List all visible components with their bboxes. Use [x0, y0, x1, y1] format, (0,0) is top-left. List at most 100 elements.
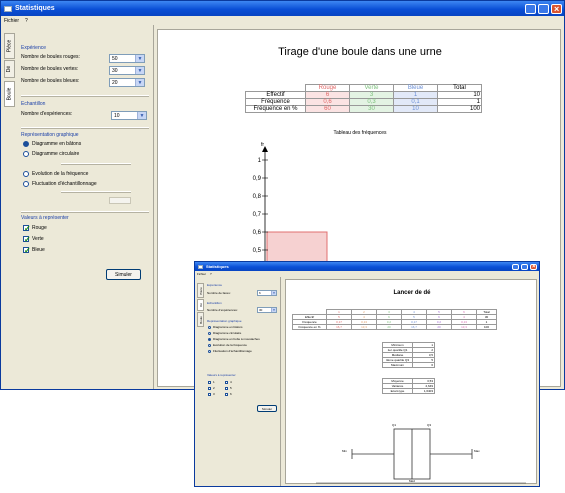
main-menu-bar: Fichier ? — [1, 16, 564, 25]
faces-select[interactable]: 6 ▼ — [257, 290, 277, 296]
option-item[interactable]: Diagramme en boîte à moustaches — [208, 337, 260, 341]
tab-boule[interactable]: Boule — [4, 81, 15, 107]
vertes-select[interactable]: 30 ▼ — [109, 66, 145, 75]
experiences-row: Nombre d'expériences: — [21, 111, 72, 117]
overlay-content-area: Lancer de dé 1 2 3 4 5 6 Total Effectif … — [285, 279, 537, 484]
main-window-title: Statistiques — [15, 5, 55, 12]
field-row-bleues: Nombre de boules bleues: — [21, 78, 79, 84]
option-item[interactable]: Diagramme en bâtons — [208, 325, 243, 329]
echantillon-legend: Echantillon — [207, 301, 222, 305]
row-label: Fréquence — [245, 98, 306, 106]
chevron-down-icon: ▼ — [137, 112, 146, 119]
option-batons[interactable]: Diagramme en bâtons — [23, 141, 81, 147]
radio-button[interactable] — [208, 343, 211, 347]
option-item[interactable]: Fluctuation d'échantillonnage — [208, 349, 252, 353]
menu-fichier[interactable]: Fichier — [1, 16, 22, 25]
field-label: Nombre de boules vertes: — [21, 66, 79, 72]
y-tick-label: 0,9 — [253, 176, 262, 182]
radio-button[interactable] — [208, 331, 211, 335]
y-tick-label: 1 — [258, 158, 262, 164]
valeur-item[interactable]: 6 — [225, 392, 232, 396]
radio-button[interactable] — [23, 181, 29, 187]
row-label: Fréquence en % — [245, 105, 306, 113]
checkbox[interactable] — [208, 392, 211, 396]
valeur-item[interactable]: 1 — [208, 380, 215, 384]
option-evolution[interactable]: Evolution de la fréquence — [23, 171, 88, 177]
maximize-button[interactable] — [521, 263, 528, 270]
cell: 13,3 — [351, 324, 377, 330]
divider — [61, 191, 131, 193]
checkbox[interactable] — [225, 380, 228, 384]
experience-legend: Expérience — [21, 45, 47, 51]
cell: Ecart-type — [382, 388, 413, 394]
radio-button[interactable] — [208, 337, 211, 341]
y-axis-label: fr — [261, 142, 264, 148]
checkbox[interactable] — [23, 246, 31, 255]
radio-button[interactable] — [23, 141, 29, 147]
chevron-down-icon: ▼ — [135, 79, 144, 86]
valeur-item[interactable]: 2 — [208, 386, 215, 390]
checkbox[interactable] — [225, 386, 228, 390]
checkbox[interactable] — [23, 224, 31, 233]
minimize-button[interactable] — [525, 3, 536, 14]
experiences-select[interactable]: 30 ▼ — [257, 307, 277, 313]
valeur-item[interactable]: 3 — [208, 392, 215, 396]
box-plot: Q1 Q3 Min Max Méd — [316, 423, 526, 484]
cell: 30 — [349, 105, 394, 113]
tab-piece[interactable]: Pièce — [197, 283, 204, 298]
tab-boule[interactable]: Boule — [197, 312, 204, 327]
valeur-bleue[interactable]: Bleue — [23, 246, 45, 255]
experiences-select[interactable]: 10 ▼ — [111, 111, 147, 120]
option-fluctuation[interactable]: Fluctuation d'échantillonnage — [23, 181, 97, 187]
cell: 6 — [412, 362, 435, 368]
y-tick-label: 0,8 — [253, 194, 262, 200]
overlay-window: Statistiques × Fichier ? Pièce Dé Boule … — [194, 261, 540, 487]
tab-de[interactable]: Dé — [197, 299, 204, 311]
close-button[interactable]: × — [530, 263, 537, 270]
cell: 10 — [393, 105, 438, 113]
menu-help[interactable]: ? — [22, 16, 31, 25]
radio-button[interactable] — [208, 325, 211, 329]
tab-piece[interactable]: Pièce — [4, 33, 15, 59]
checkbox[interactable] — [225, 392, 228, 396]
valeur-item[interactable]: 4 — [225, 380, 232, 384]
bleues-select[interactable]: 20 ▼ — [109, 78, 145, 87]
close-button[interactable]: × — [551, 3, 562, 14]
valeur-verte[interactable]: Verte — [23, 235, 44, 244]
valeur-item[interactable]: 5 — [225, 386, 232, 390]
checkbox[interactable] — [208, 386, 211, 390]
close-icon: × — [532, 263, 536, 270]
cell: 0,1 — [393, 98, 438, 106]
radio-button[interactable] — [23, 171, 29, 177]
option-item[interactable]: Diagramme circulaire — [208, 331, 241, 335]
stats-table: Moyenne 3,53 Variance 2,649 Ecart-type 1,64… — [382, 378, 435, 394]
option-item[interactable]: Evolution de la fréquence — [208, 343, 247, 347]
option-circulaire[interactable]: Diagramme circulaire — [23, 151, 79, 157]
header-cell: Rouge — [305, 84, 350, 92]
minimize-button[interactable] — [512, 263, 519, 270]
radio-button[interactable] — [23, 151, 29, 157]
cell: 16,7 — [326, 324, 352, 330]
page-title: Tirage d'une boule dans une urne — [278, 46, 442, 58]
chevron-down-icon: ▼ — [135, 55, 144, 62]
simulate-button[interactable]: Simuler — [106, 269, 141, 280]
valeur-rouge[interactable]: Rouge — [23, 224, 47, 233]
cell: 100 — [476, 324, 497, 330]
cell: 60 — [305, 105, 350, 113]
rouges-select[interactable]: 50 ▼ — [109, 54, 145, 63]
divider — [21, 127, 149, 129]
field-label: Nombre d'expériences: — [207, 308, 238, 312]
checkbox[interactable] — [208, 380, 211, 384]
field-row-vertes: Nombre de boules vertes: — [21, 66, 78, 72]
cell: 1,6403 — [412, 388, 435, 394]
table-row: Ecart-type 1,6403 — [382, 388, 435, 394]
radio-button[interactable] — [208, 349, 211, 353]
cell: 20 — [376, 324, 402, 330]
checkbox[interactable] — [23, 235, 31, 244]
header-cell: Total — [437, 84, 482, 92]
app-icon — [198, 264, 203, 269]
simulate-button[interactable]: Simuler — [257, 405, 277, 412]
tab-de[interactable]: Dé — [4, 60, 15, 78]
maximize-button[interactable] — [538, 3, 549, 14]
disabled-field — [109, 197, 131, 204]
